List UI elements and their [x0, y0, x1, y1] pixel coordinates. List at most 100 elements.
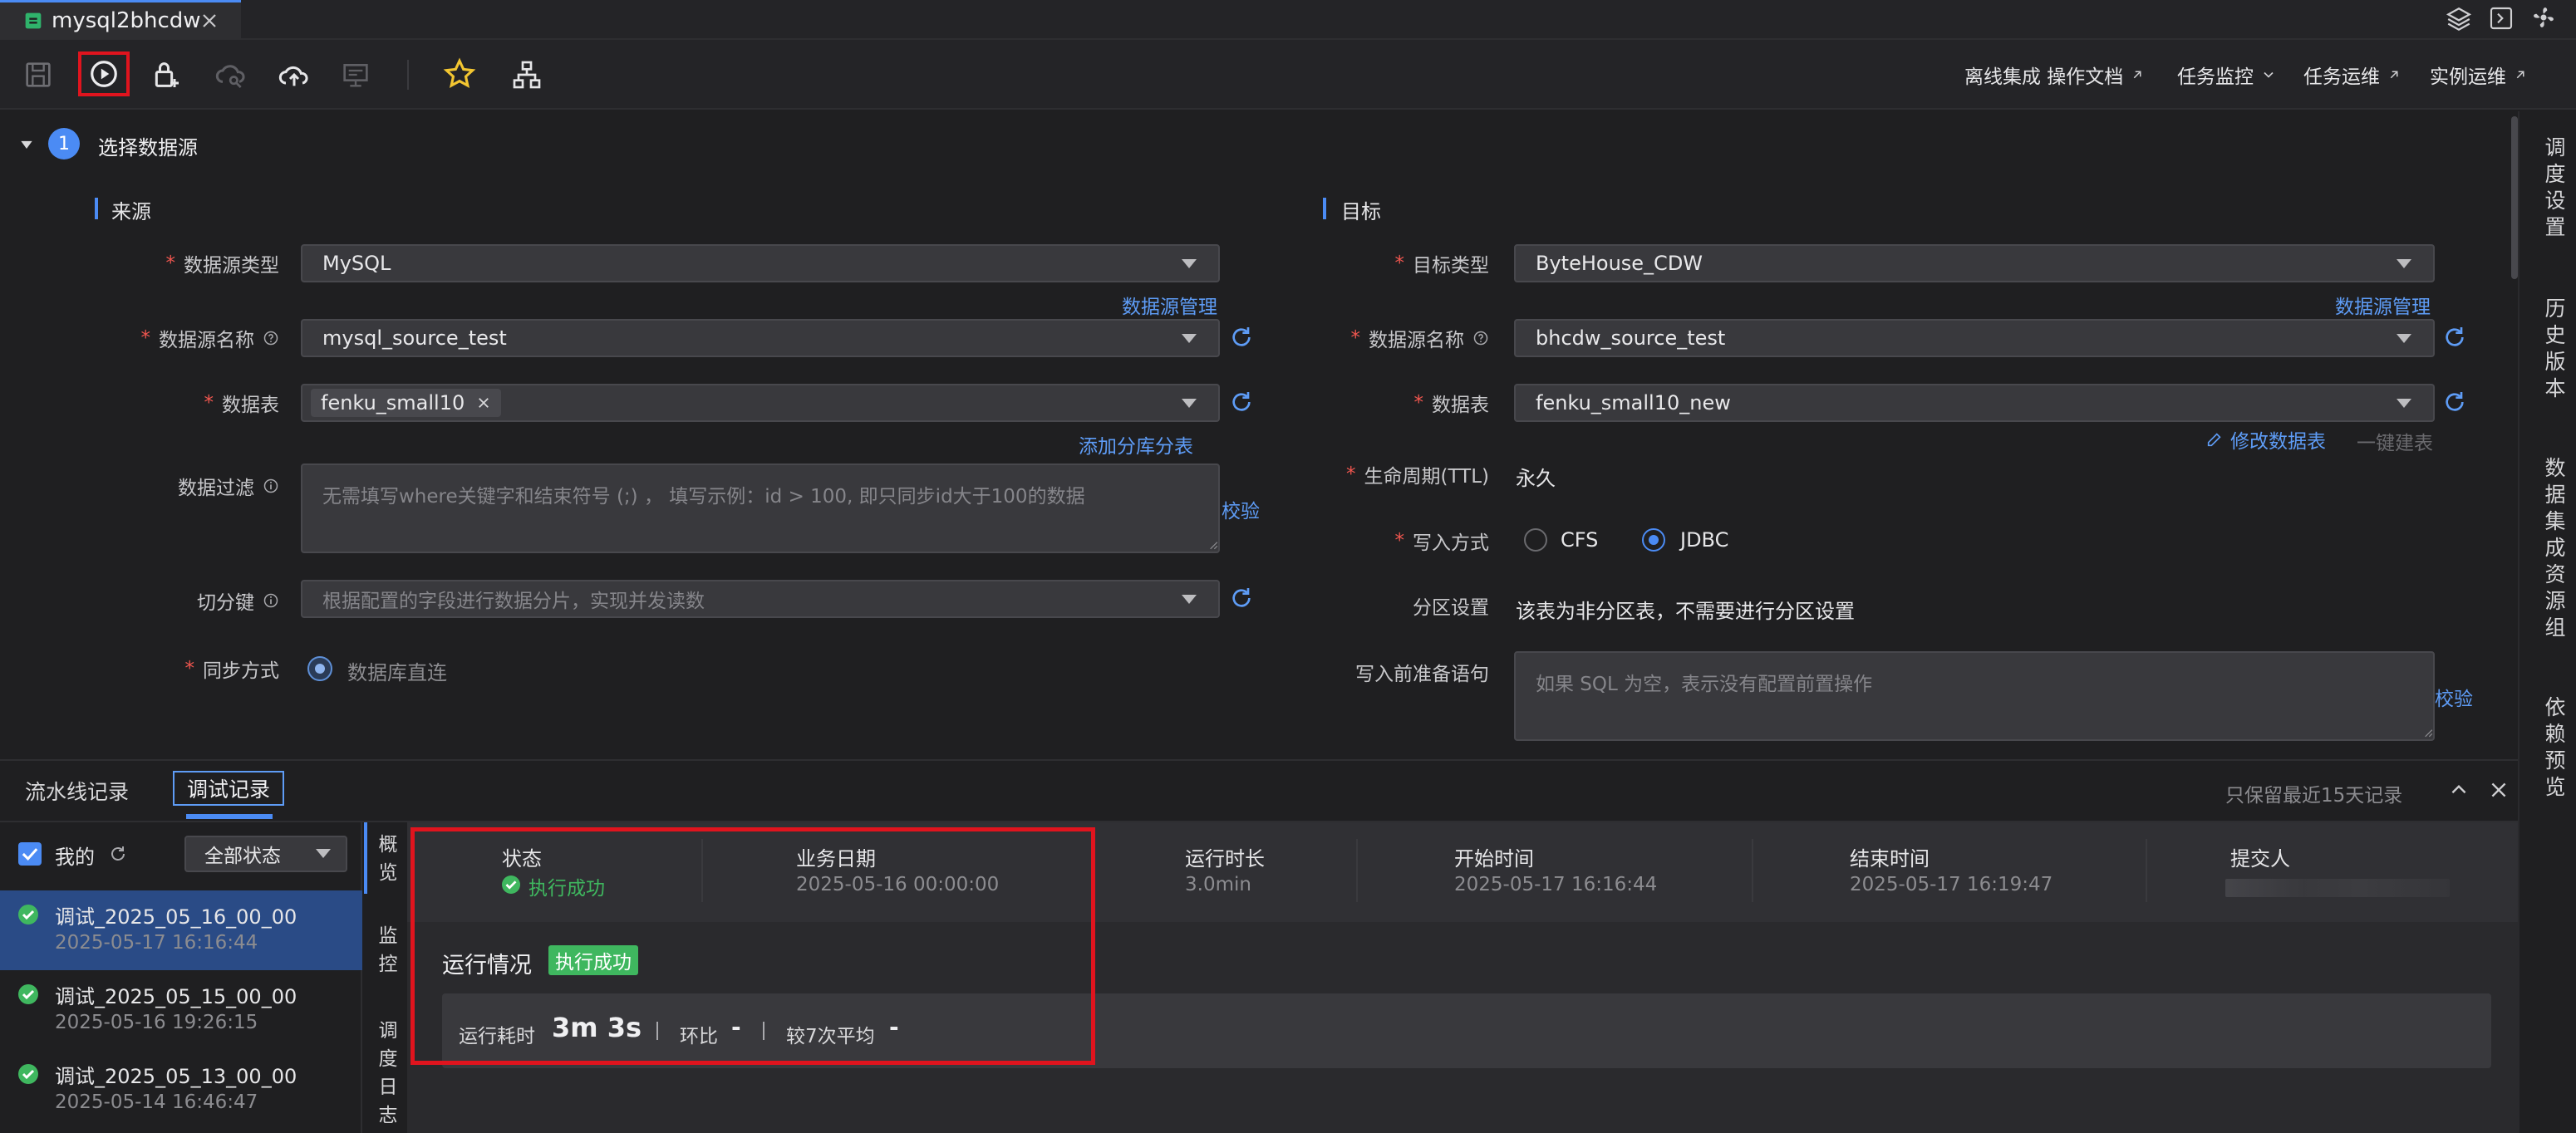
target-table-label: * 数据表: [1413, 392, 1490, 416]
terminal-icon[interactable]: [2488, 5, 2515, 32]
refresh-icon[interactable]: [1228, 389, 1255, 415]
tab-mysql2bhcdw[interactable]: mysql2bhcdw: [0, 0, 241, 40]
filter-textarea[interactable]: 无需填写where关键字和结束符号 (;) ， 填写示例：id > 100, 即…: [301, 464, 1220, 553]
sync-mode-radio[interactable]: [307, 656, 332, 681]
ttl-value: 永久: [1516, 467, 1556, 490]
lock-add-icon[interactable]: [150, 58, 183, 91]
form-scrollbar[interactable]: [2511, 116, 2518, 279]
split-key-placeholder: 根据配置的字段进行数据分片，实现并发读数: [322, 591, 705, 612]
resize-handle-icon[interactable]: [1207, 538, 1218, 550]
split-key-select[interactable]: 根据配置的字段进行数据分片，实现并发读数: [301, 580, 1220, 618]
collapse-caret-icon[interactable]: [18, 136, 35, 153]
target-type-value: ByteHouse_CDW: [1536, 252, 1703, 275]
save-icon[interactable]: [22, 58, 55, 91]
summary-divider: [2146, 839, 2147, 902]
cloud-search-icon[interactable]: [214, 58, 248, 91]
target-table-select[interactable]: fenku_small10_new: [1514, 384, 2435, 422]
status-filter-select[interactable]: 全部状态: [184, 836, 347, 872]
toolbar-divider: [407, 60, 409, 90]
chevron-down-icon: [2260, 66, 2277, 83]
success-icon: [18, 905, 38, 925]
target-name-select[interactable]: bhcdw_source_test: [1514, 319, 2435, 357]
external-link-icon: [2130, 67, 2145, 82]
modify-table-link[interactable]: 修改数据表: [2205, 425, 2326, 454]
side-tab-schedule-log[interactable]: 调度日志: [376, 1017, 401, 1130]
pre-sql-textarea[interactable]: 如果 SQL 为空，表示没有配置前置操作: [1514, 651, 2435, 741]
sidebar-dependency-preview[interactable]: 依赖预览: [2543, 694, 2568, 801]
info-icon[interactable]: [263, 478, 279, 494]
list-item[interactable]: 调试_2025_05_16_00_00 2025-05-17 16:16:44: [0, 890, 362, 970]
dropdown-caret-icon: [1182, 399, 1197, 408]
target-heading-bar: [1323, 198, 1326, 219]
monitor-icon[interactable]: [339, 58, 372, 91]
star-icon[interactable]: [442, 56, 477, 91]
instance-ops-label: 实例运维: [2430, 66, 2506, 88]
tab-pipeline-records[interactable]: 流水线记录: [25, 776, 129, 806]
resize-handle-icon[interactable]: [2421, 726, 2433, 738]
run-icon[interactable]: [88, 58, 120, 90]
list-item[interactable]: 调试_2025_05_13_00_00 2025-05-14 16:46:47: [0, 1050, 362, 1130]
task-ops-link[interactable]: 任务运维: [2303, 60, 2401, 90]
create-table-link[interactable]: 一键建表: [2357, 427, 2433, 455]
sync-mode-label: * 同步方式: [184, 658, 280, 682]
target-manage-link[interactable]: 数据源管理: [2335, 291, 2431, 319]
refresh-icon[interactable]: [1228, 585, 1255, 611]
write-mode-jdbc-label: JDBC: [1680, 528, 1729, 552]
dropdown-caret-icon: [2397, 334, 2411, 343]
success-icon: [18, 1064, 38, 1084]
source-validate-link[interactable]: 校验: [1222, 495, 1260, 523]
side-tab-monitor[interactable]: 监控: [376, 922, 401, 978]
fan-icon[interactable]: [2529, 3, 2558, 32]
refresh-icon[interactable]: [2441, 324, 2468, 351]
record-name: 调试_2025_05_13_00_00: [55, 1065, 297, 1088]
write-mode-cfs-radio[interactable]: [1524, 528, 1547, 552]
end-time-heading: 结束时间: [1850, 847, 1930, 871]
refresh-icon[interactable]: [108, 844, 128, 864]
record-time: 2025-05-14 16:46:47: [55, 1091, 258, 1113]
remove-tag-icon[interactable]: [476, 395, 491, 410]
source-type-select[interactable]: MySQL: [301, 244, 1220, 282]
info-icon[interactable]: [263, 592, 279, 609]
step-number-badge: 1: [48, 128, 80, 159]
sidebar-resource-group[interactable]: 数据集成资源组: [2543, 455, 2568, 641]
source-manage-link[interactable]: 数据源管理: [1122, 291, 1217, 319]
help-icon[interactable]: [1472, 330, 1489, 346]
source-table-label: * 数据表: [204, 392, 280, 416]
collapse-up-icon[interactable]: [2448, 779, 2470, 801]
sidebar-schedule-settings[interactable]: 调度设置: [2543, 135, 2568, 241]
instance-ops-link[interactable]: 实例运维: [2430, 60, 2528, 90]
summary-divider: [1752, 839, 1753, 902]
mine-checkbox[interactable]: [18, 842, 42, 866]
layers-icon[interactable]: [2445, 5, 2473, 33]
submitter-redacted: [2225, 879, 2450, 897]
cloud-upload-icon[interactable]: [278, 58, 311, 91]
sidebar-history-versions[interactable]: 历史版本: [2543, 296, 2568, 402]
dropdown-caret-icon: [1182, 334, 1197, 343]
filter-label: 数据过滤: [50, 467, 279, 505]
hierarchy-icon[interactable]: [510, 58, 543, 91]
source-type-label: * 数据源类型: [165, 253, 280, 277]
close-panel-icon[interactable]: [2488, 779, 2510, 801]
list-item[interactable]: 调试_2025_05_15_00_00 2025-05-16 19:26:15: [0, 970, 362, 1050]
source-table-select[interactable]: fenku_small10: [301, 384, 1220, 422]
target-type-select[interactable]: ByteHouse_CDW: [1514, 244, 2435, 282]
close-icon[interactable]: [199, 11, 219, 31]
write-mode-cfs-label: CFS: [1561, 528, 1599, 552]
tab-bar: [0, 0, 2576, 40]
write-mode-jdbc-radio[interactable]: [1642, 528, 1665, 552]
tab-debug-records[interactable]: 调试记录: [173, 771, 284, 806]
source-name-select[interactable]: mysql_source_test: [301, 319, 1220, 357]
active-side-tab-indicator: [364, 822, 367, 894]
refresh-icon[interactable]: [1228, 324, 1255, 351]
target-validate-link[interactable]: 校验: [2435, 683, 2473, 711]
mine-label: 我的: [55, 846, 95, 869]
status-filter-value: 全部状态: [204, 846, 281, 867]
task-monitor-menu[interactable]: 任务监控: [2177, 60, 2277, 90]
end-time-value: 2025-05-17 16:19:47: [1850, 874, 2053, 895]
help-icon[interactable]: [263, 330, 279, 346]
side-tab-overview[interactable]: 概览: [376, 831, 401, 887]
doc-link[interactable]: 离线集成 操作文档: [1964, 60, 2145, 90]
add-shard-link[interactable]: 添加分库分表: [1079, 430, 1193, 459]
refresh-icon[interactable]: [2441, 389, 2468, 415]
record-time: 2025-05-17 16:16:44: [55, 932, 258, 954]
